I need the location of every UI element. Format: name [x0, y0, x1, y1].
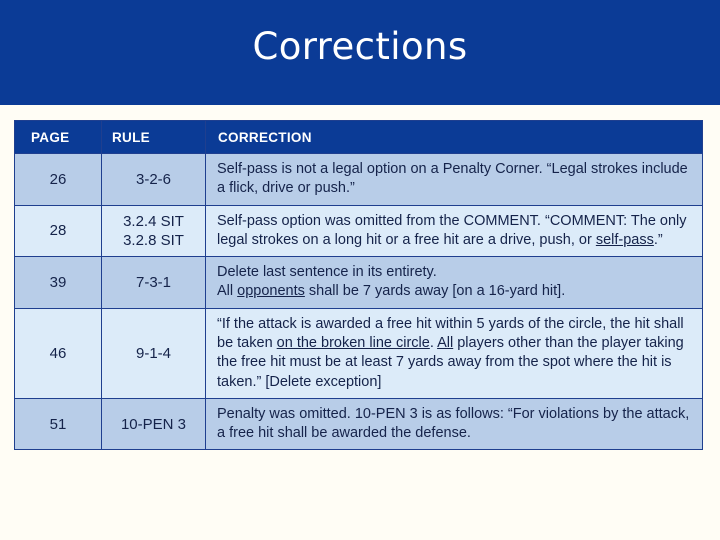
rule-line: 3.2.8 SIT [123, 231, 184, 249]
cell-page: 46 [14, 307, 102, 399]
table-row: 51 10-PEN 3 Penalty was omitted. 10-PEN … [14, 397, 703, 451]
correction-line: Self-pass option was omitted from the CO… [217, 212, 541, 229]
correction-line-tail: shall be 7 yards away [on a 16-yard hit]… [304, 283, 566, 300]
cell-page: 28 [14, 204, 102, 258]
correction-underlined-term: self-pass [595, 231, 654, 248]
correction-underlined-term: on the broken line circle [276, 334, 430, 351]
rule-line: 3.2.4 SIT [123, 212, 184, 230]
correction-line: Penalty was omitted. 10-PEN 3 is as foll… [217, 405, 619, 422]
correction-line: Delete last sentence in its entirety. [217, 264, 437, 281]
table-row: 26 3-2-6 Self-pass is not a legal option… [14, 153, 703, 206]
column-header-rule: RULE [101, 120, 206, 154]
correction-segment: . [429, 334, 438, 351]
correction-line-tail: .” [653, 231, 663, 248]
correction-line: are a drive, push, or [462, 231, 596, 248]
correction-line: Self-pass is not a legal option on a Pen… [217, 161, 587, 177]
cell-correction: Penalty was omitted. 10-PEN 3 is as foll… [205, 397, 703, 451]
column-header-correction: CORRECTION [205, 120, 703, 154]
table-row: 28 3.2.4 SIT 3.2.8 SIT Self-pass option … [14, 204, 703, 258]
cell-page: 26 [14, 153, 102, 206]
column-header-page: PAGE [14, 120, 102, 154]
table-header-row: PAGE RULE CORRECTION [14, 120, 703, 154]
correction-line: All [217, 283, 238, 300]
table-row: 39 7-3-1 Delete last sentence in its ent… [14, 256, 703, 309]
cell-rule: 9-1-4 [101, 307, 206, 399]
correction-underlined-term: All [437, 334, 454, 351]
table-header: PAGE RULE CORRECTION [14, 120, 703, 154]
cell-correction: Self-pass option was omitted from the CO… [205, 204, 703, 258]
cell-correction: “If the attack is awarded a free hit wit… [205, 307, 703, 399]
cell-correction: Delete last sentence in its entirety. Al… [205, 256, 703, 309]
page-title: Corrections [252, 25, 468, 68]
slide-title-banner: Corrections [0, 0, 720, 105]
correction-underlined-term: opponents [237, 283, 305, 300]
table-row: 46 9-1-4 “If the attack is awarded a fre… [14, 307, 703, 399]
corrections-table: PAGE RULE CORRECTION 26 3-2-6 Self-pass … [14, 120, 703, 451]
cell-rule: 3-2-6 [101, 153, 206, 206]
cell-correction: Self-pass is not a legal option on a Pen… [205, 153, 703, 206]
cell-page: 39 [14, 256, 102, 309]
cell-rule: 10-PEN 3 [101, 397, 206, 451]
cell-page: 51 [14, 397, 102, 451]
table-body: 26 3-2-6 Self-pass is not a legal option… [14, 153, 703, 451]
cell-rule: 3.2.4 SIT 3.2.8 SIT [101, 204, 206, 258]
cell-rule: 7-3-1 [101, 256, 206, 309]
